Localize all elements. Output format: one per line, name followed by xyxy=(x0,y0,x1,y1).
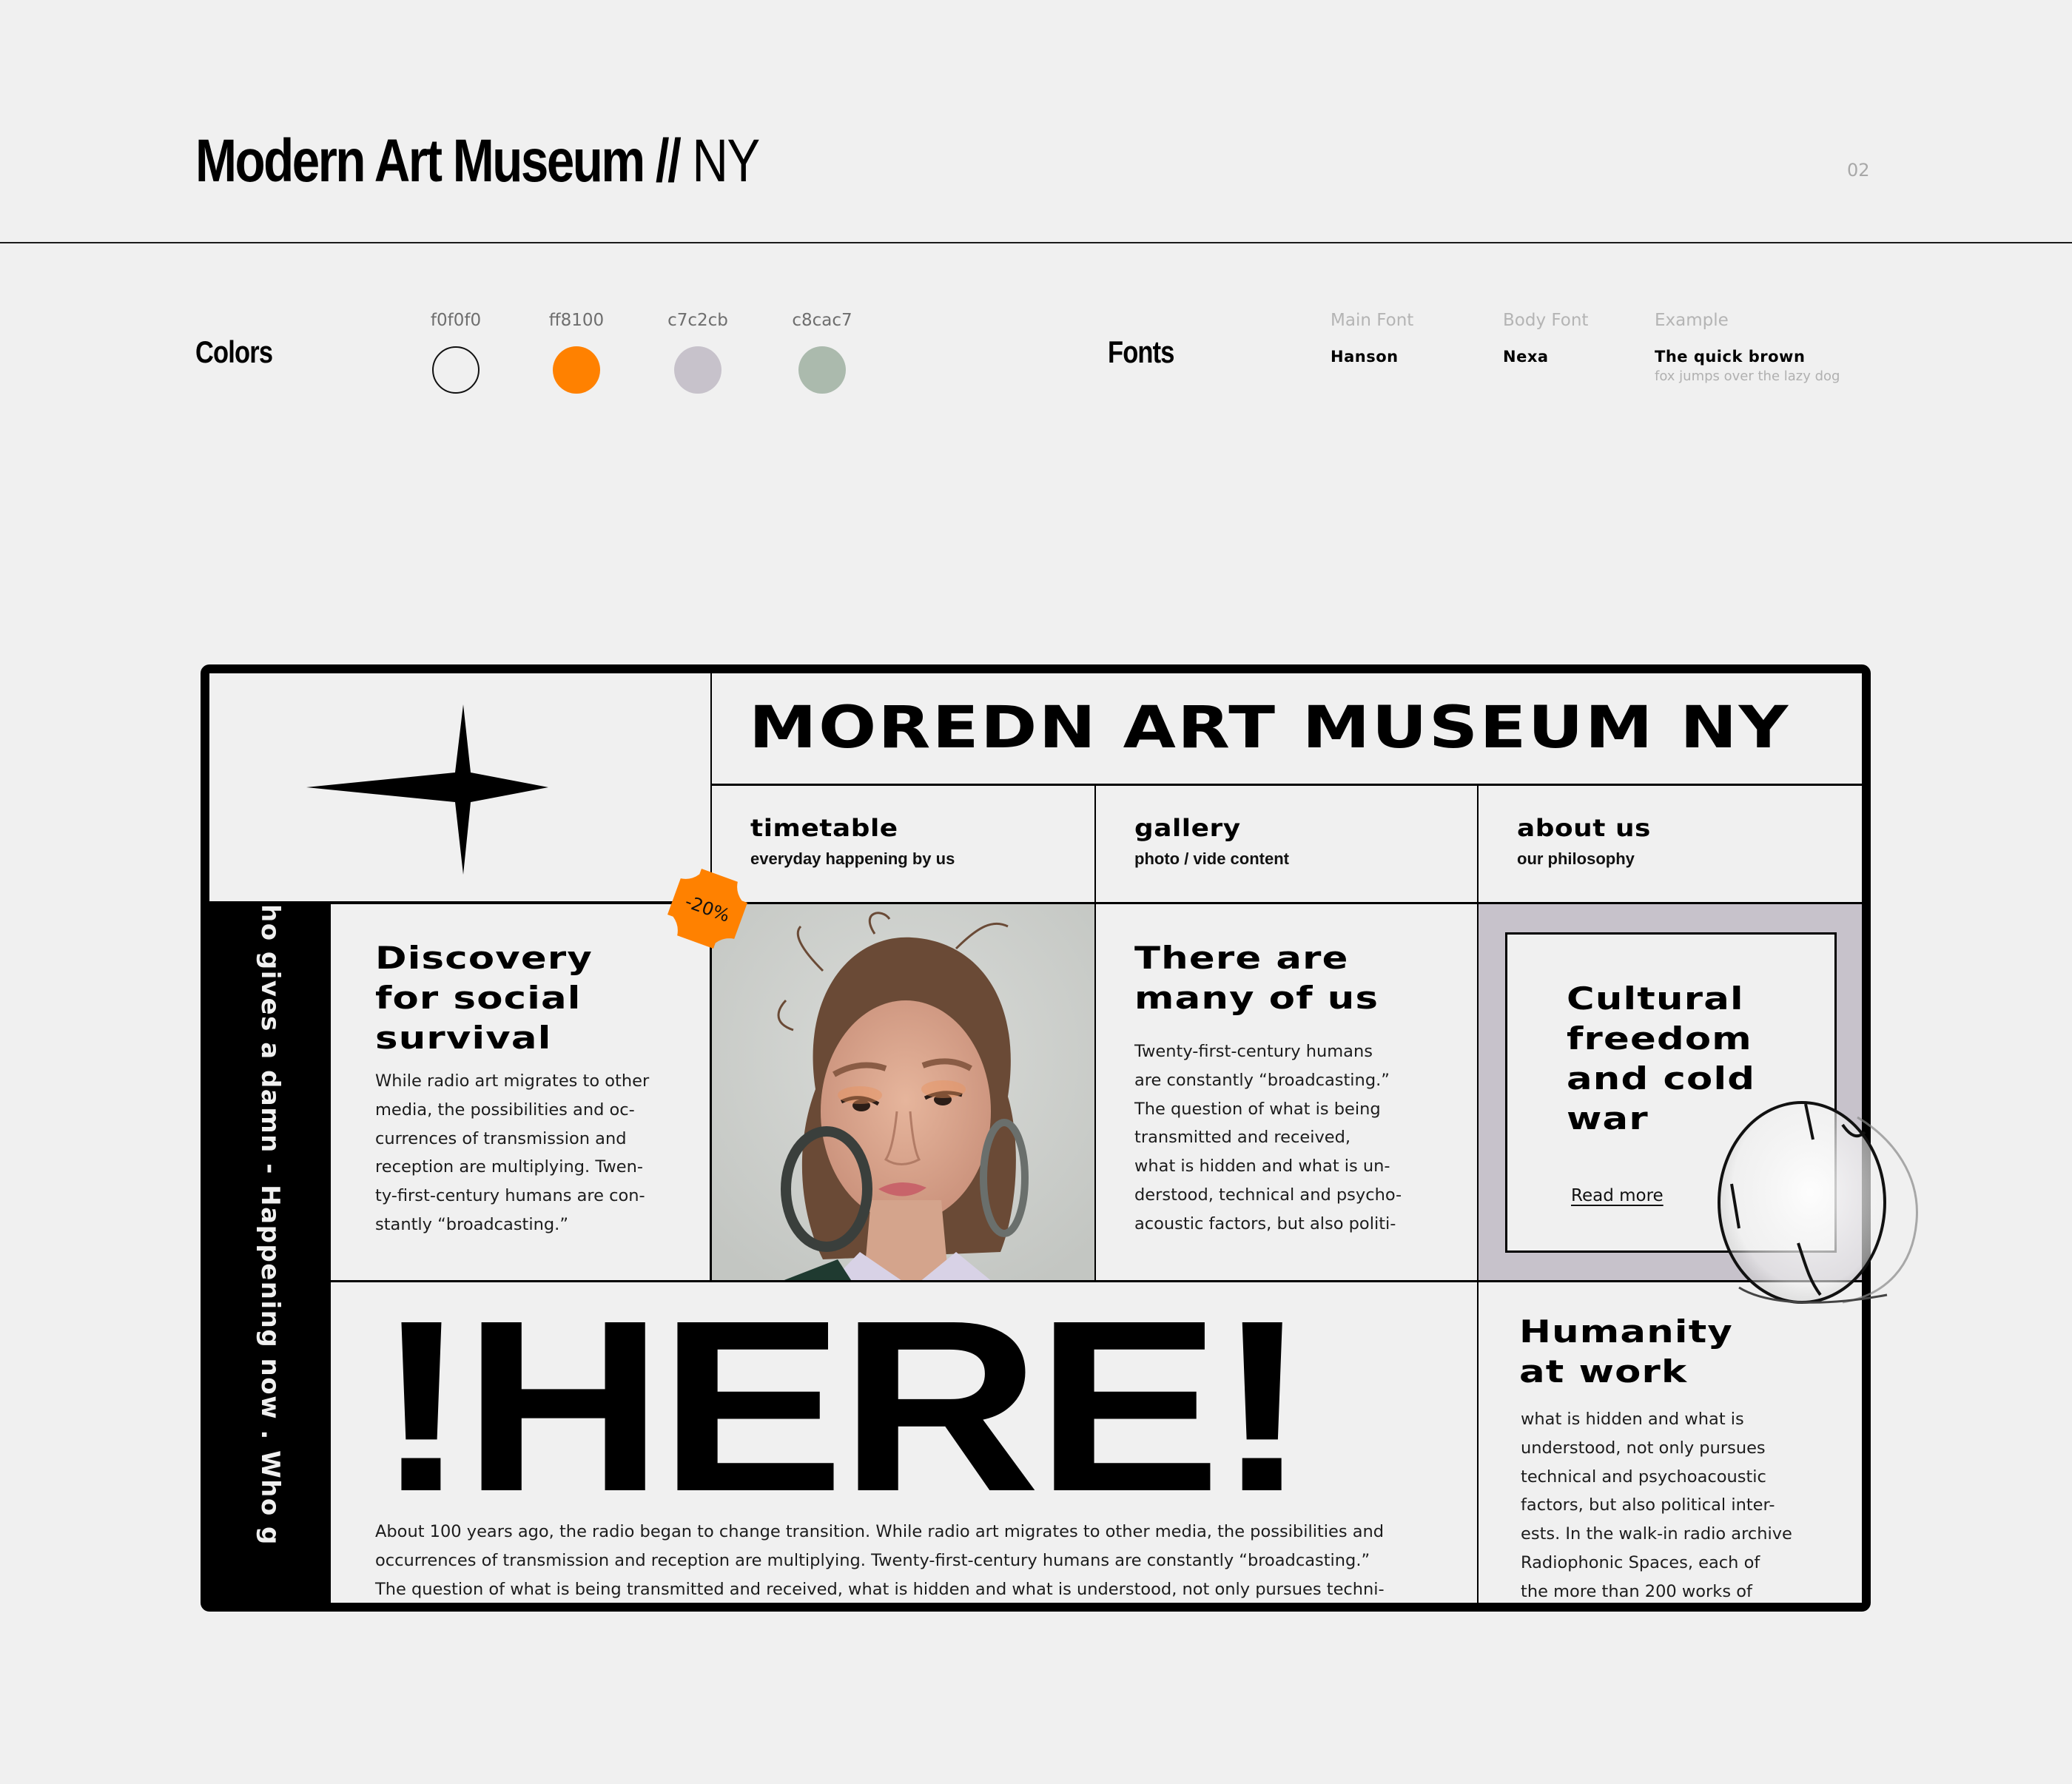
heading-line: survival xyxy=(375,1020,552,1056)
swatch-circle xyxy=(674,346,722,394)
font-example-value: The quick brown xyxy=(1655,348,1806,366)
swatch-hex: ff8100 xyxy=(548,311,605,330)
heading-line: Humanity xyxy=(1519,1313,1734,1350)
heading-line: Discovery xyxy=(375,940,593,976)
main-font: Main Font Hanson xyxy=(1331,311,1413,366)
heading-line: for social xyxy=(375,980,582,1016)
nav-sub: everyday happening by us xyxy=(750,849,955,868)
colors-label: Colors xyxy=(195,334,273,369)
site-title: MOREDN ART MUSEUM NY xyxy=(749,695,1790,761)
humanity-card[interactable]: Humanity at work what is hidden and what… xyxy=(1479,1282,1862,1603)
nav-item-gallery[interactable]: gallery photo / vide content xyxy=(1096,786,1479,904)
swatch-circle xyxy=(432,346,480,394)
heading-line: Cultural xyxy=(1567,980,1744,1017)
humanity-body: what is hidden and what is understood, n… xyxy=(1521,1410,1792,1601)
page-title-main: Modern Art Museum xyxy=(195,127,645,195)
nav-item-content: about us our philosophy xyxy=(1517,814,1650,869)
nav-item-timetable[interactable]: timetable everyday happening by us xyxy=(712,786,1096,904)
cultural-heading: Cultural freedom and cold war xyxy=(1567,979,1755,1139)
body-font-value: Nexa xyxy=(1503,348,1549,366)
swatch-c8cac7: c8cac7 xyxy=(778,311,867,394)
site-title-block: MOREDN ART MUSEUM NY xyxy=(712,673,1862,786)
read-more-link[interactable]: Read more xyxy=(1571,1186,1664,1205)
here-block: !HERE! About 100 years ago, the radio be… xyxy=(331,1282,1479,1603)
many-of-us-card[interactable]: There are many of us Twenty-first-centur… xyxy=(1096,904,1479,1282)
fonts-label: Fonts xyxy=(1108,334,1174,369)
page-number: 02 xyxy=(1847,160,1870,181)
logo-block[interactable] xyxy=(209,673,712,904)
nav-item-content: gallery photo / vide content xyxy=(1134,814,1289,869)
swatch-circle xyxy=(553,346,600,394)
nav-label: gallery xyxy=(1134,814,1241,842)
nav-sub: photo / vide content xyxy=(1134,849,1289,868)
here-headline: !HERE! xyxy=(375,1282,1309,1542)
many-heading: There are many of us xyxy=(1134,938,1378,1018)
marquee-text: ho gives a damn - Happening now . Who g xyxy=(255,904,285,1546)
font-example-label: Example xyxy=(1655,311,1729,330)
marquee-strip: ho gives a damn - Happening now . Who g xyxy=(209,904,331,1603)
humanity-heading: Humanity at work xyxy=(1519,1312,1732,1392)
discovery-body: While radio art migrates to other media,… xyxy=(375,1071,650,1234)
body-font: Body Font Nexa xyxy=(1503,311,1588,366)
body-font-label: Body Font xyxy=(1503,311,1589,330)
many-body: Twenty-first-century humans are constant… xyxy=(1134,1042,1402,1233)
heading-line: freedom xyxy=(1567,1020,1752,1057)
swatch-hex: c7c2cb xyxy=(667,311,728,330)
heading-line: many of us xyxy=(1134,980,1379,1016)
swatch-hex: f0f0f0 xyxy=(430,311,482,330)
swatch-c7c2cb: c7c2cb xyxy=(653,311,742,394)
page-title-separator: // xyxy=(643,127,682,195)
nav-sub: our philosophy xyxy=(1517,849,1635,868)
website-mockup: MOREDN ART MUSEUM NY timetable everyday … xyxy=(201,664,1871,1612)
main-font-value: Hanson xyxy=(1331,348,1399,366)
here-body: About 100 years ago, the radio began to … xyxy=(375,1522,1385,1599)
nav-label: about us xyxy=(1517,814,1651,842)
swatch-ff8100: ff8100 xyxy=(532,311,621,394)
heading-line: at work xyxy=(1519,1353,1688,1390)
portrait-photo[interactable] xyxy=(712,904,1096,1282)
swatch-hex: c8cac7 xyxy=(792,311,852,330)
discovery-card[interactable]: Discovery for social survival While radi… xyxy=(331,904,712,1282)
swatch-f0f0f0: f0f0f0 xyxy=(411,311,500,394)
page-title: Modern Art Museum // NY xyxy=(195,124,760,198)
discovery-heading: Discovery for social survival xyxy=(375,938,592,1058)
header-divider xyxy=(0,242,2072,243)
page-title-suffix: NY xyxy=(679,127,760,195)
nav-item-content: timetable everyday happening by us xyxy=(750,814,955,869)
font-example-sub: fox jumps over the lazy dog xyxy=(1655,368,1840,384)
heading-line: and cold xyxy=(1567,1060,1756,1097)
nav-label: timetable xyxy=(750,814,898,842)
font-example: Example The quick brown fox jumps over t… xyxy=(1655,311,1840,384)
main-font-label: Main Font xyxy=(1331,311,1414,330)
nav-item-about-us[interactable]: about us our philosophy xyxy=(1479,786,1862,904)
portrait-image xyxy=(712,904,1094,1280)
glass-bubble-decoration xyxy=(1718,1101,1918,1304)
heading-line: There are xyxy=(1134,940,1349,976)
swatch-circle xyxy=(798,346,846,394)
four-point-star-icon xyxy=(306,704,548,875)
